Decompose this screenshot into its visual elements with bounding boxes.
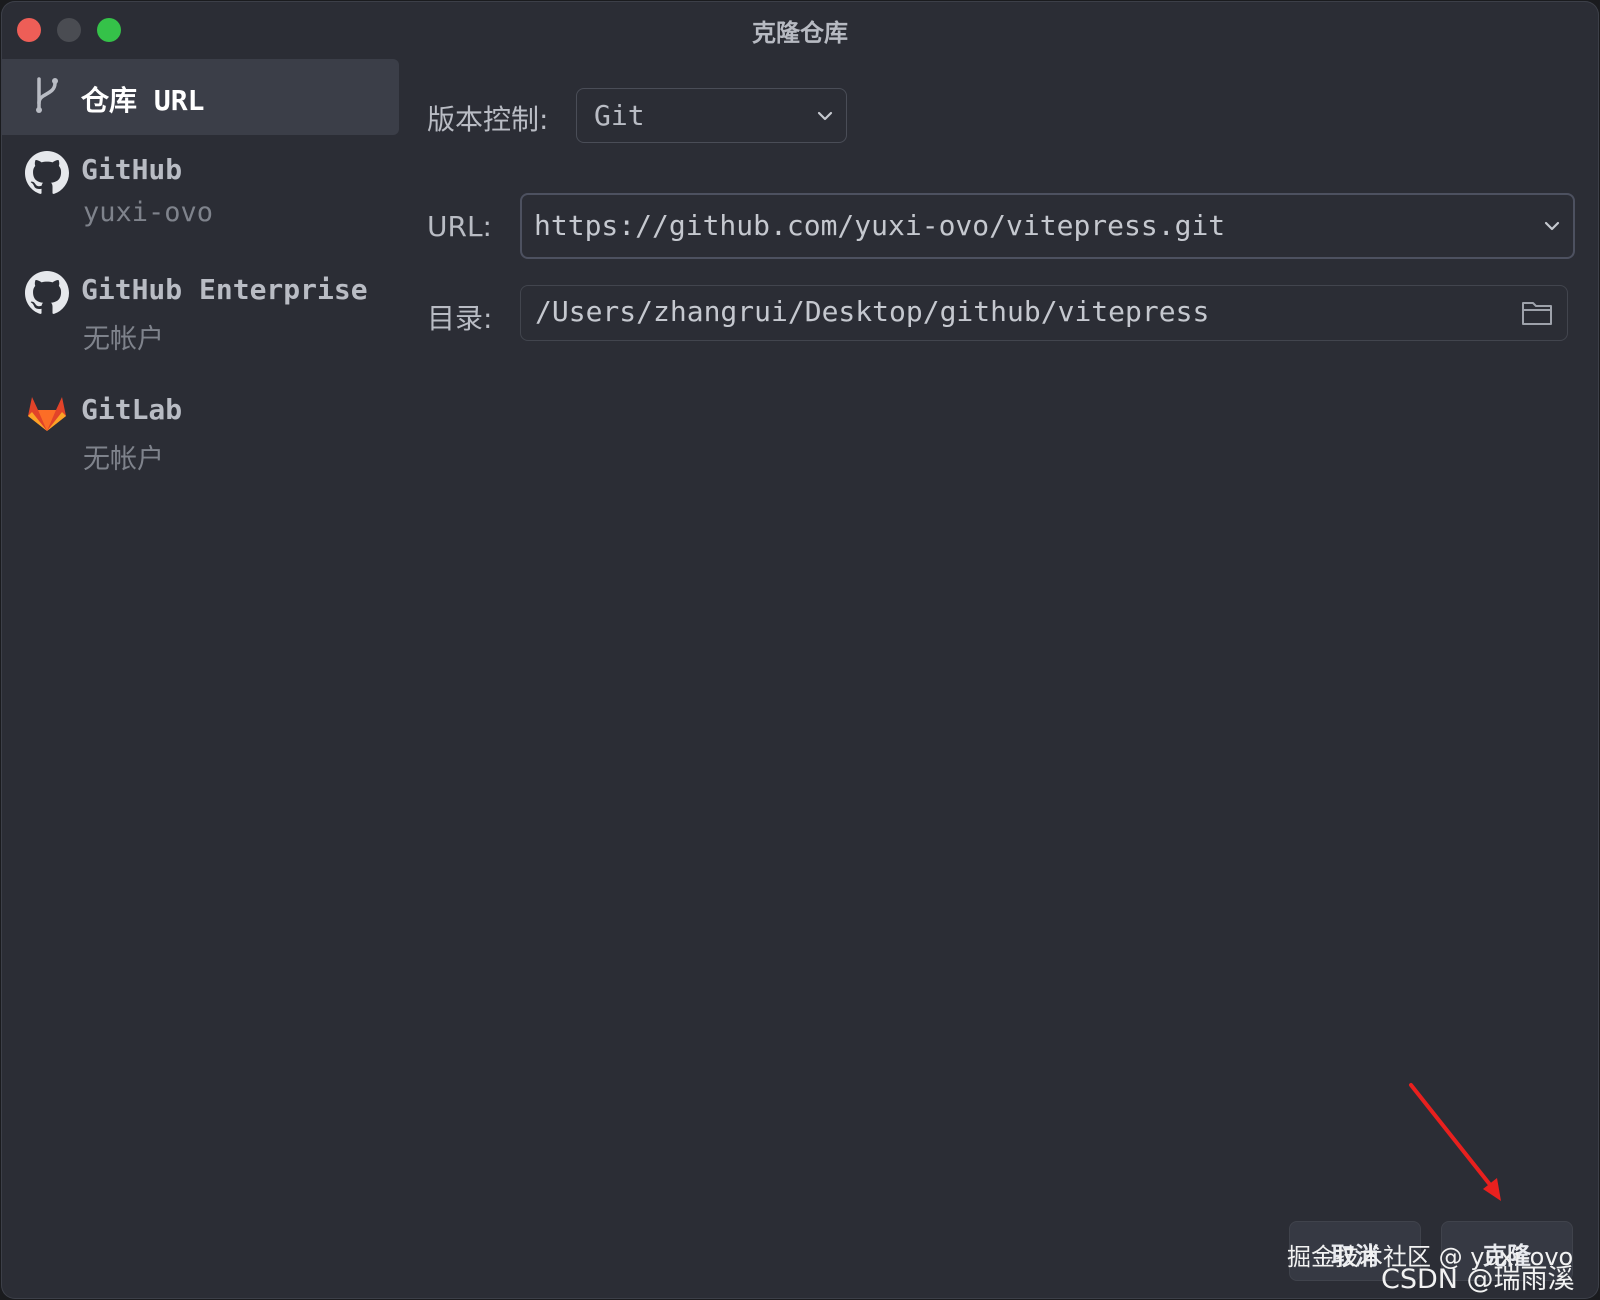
sidebar-item-account: 无帐户 xyxy=(83,324,164,355)
vcs-label: 版本控制: xyxy=(427,103,549,136)
sidebar-item-gitlab[interactable]: GitLab 无帐户 xyxy=(1,375,401,495)
url-label: URL: xyxy=(427,210,492,243)
sidebar: 仓库 URL GitHub yuxi-ovo GitHub Enterprise… xyxy=(1,59,401,495)
sidebar-item-github[interactable]: GitHub yuxi-ovo xyxy=(1,135,401,255)
sidebar-item-account: yuxi-ovo xyxy=(83,197,214,228)
sidebar-item-label: GitHub xyxy=(81,153,183,186)
directory-input[interactable]: /Users/zhangrui/Desktop/github/vitepress xyxy=(535,295,1209,328)
chevron-down-icon[interactable] xyxy=(1541,215,1563,237)
titlebar: 克隆仓库 xyxy=(1,1,1599,57)
github-icon xyxy=(25,151,69,194)
sidebar-item-github-enterprise[interactable]: GitHub Enterprise 无帐户 xyxy=(1,255,401,375)
directory-field[interactable]: /Users/zhangrui/Desktop/github/vitepress xyxy=(520,285,1568,341)
gitlab-icon xyxy=(28,397,66,431)
directory-label: 目录: xyxy=(427,302,493,335)
vcs-branch-icon xyxy=(36,77,58,113)
clone-repository-dialog: 克隆仓库 仓库 URL GitHub yuxi-ovo GitHub Enter… xyxy=(1,1,1599,1299)
sidebar-item-label: GitHub Enterprise xyxy=(81,273,368,306)
sidebar-item-label: GitLab xyxy=(81,393,183,426)
sidebar-item-label: 仓库 URL xyxy=(81,84,205,117)
github-icon xyxy=(25,271,69,314)
url-combobox[interactable]: https://github.com/yuxi-ovo/vitepress.gi… xyxy=(520,193,1575,259)
folder-icon[interactable] xyxy=(1521,299,1553,327)
vcs-select[interactable]: Git xyxy=(576,88,847,143)
chevron-down-icon xyxy=(817,111,833,121)
url-input[interactable]: https://github.com/yuxi-ovo/vitepress.gi… xyxy=(534,209,1225,242)
red-arrow-annotation xyxy=(1409,1083,1501,1201)
sidebar-item-repository-url[interactable]: 仓库 URL xyxy=(1,59,399,135)
watermark-csdn: CSDN @瑞雨溪 xyxy=(1381,1264,1575,1295)
vcs-selected-value: Git xyxy=(594,99,645,132)
sidebar-item-account: 无帐户 xyxy=(83,444,164,475)
window-title: 克隆仓库 xyxy=(752,19,848,47)
